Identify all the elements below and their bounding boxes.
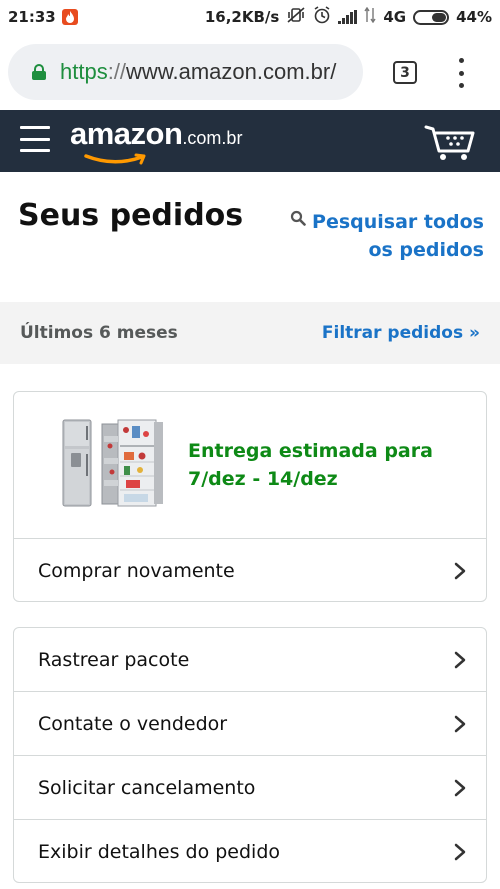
address-bar[interactable]: https://www.amazon.com.br/ [8,44,363,100]
cart-icon[interactable] [424,124,476,162]
order-actions-card: Rastrear pacote Contate o vendedor Solic… [13,627,487,883]
app-notification-icon [61,9,78,25]
search-icon [290,210,306,226]
action-label: Solicitar cancelamento [38,776,256,799]
data-transfer-icon [364,6,376,27]
url-scheme: https [60,59,108,84]
lock-icon [32,64,46,80]
order-details-row[interactable]: Exibir detalhes do pedido [14,820,486,882]
tab-switcher-button[interactable]: 3 [393,61,417,84]
buy-again-label: Comprar novamente [38,560,235,582]
logo-word: amazon [70,116,183,151]
chevron-right-icon [454,715,466,732]
status-right: 16,2KB/s 4G 44% [205,6,492,28]
action-label: Exibir detalhes do pedido [38,841,281,863]
search-all-orders-link[interactable]: Pesquisar todos os pedidos [278,208,484,264]
battery-percent: 44% [456,8,492,26]
search-all-orders-label: Pesquisar todos os pedidos [312,211,484,261]
signal-icon [338,10,358,24]
browser-toolbar: https://www.amazon.com.br/ 3 [0,34,500,110]
delivery-estimate-dates: 7/dez - 14/dez [188,468,338,490]
chevron-right-icon [454,843,466,861]
delivery-estimate-label: Entrega estimada para [188,440,433,462]
status-time: 21:33 [8,8,56,26]
chevron-right-icon [454,779,466,796]
network-type: 4G [383,8,407,26]
filter-bar: Últimos 6 meses Filtrar pedidos » [0,302,500,364]
buy-again-row[interactable]: Comprar novamente [14,539,486,601]
battery-icon [413,9,450,25]
order-card: Entrega estimada para 7/dez - 14/dez Com… [13,391,487,602]
delivery-estimate: Entrega estimada para 7/dez - 14/dez [188,437,468,493]
url-separator: :// [107,59,127,84]
contact-seller-row[interactable]: Contate o vendedor [14,692,486,756]
status-left: 21:33 [8,8,78,26]
track-package-row[interactable]: Rastrear pacote [14,628,486,692]
chevron-right-icon [454,562,466,580]
period-label: Últimos 6 meses [20,323,178,343]
vibrate-off-icon [286,7,306,27]
menu-icon[interactable] [20,126,50,152]
amazon-logo[interactable]: amazon.com.br [70,116,242,166]
url-host: www.amazon.com.br/ [126,59,337,84]
order-product-row[interactable]: Entrega estimada para 7/dez - 14/dez [14,392,486,539]
action-label: Contate o vendedor [38,712,228,735]
refrigerator-product-image [62,419,163,507]
more-options-icon[interactable] [454,58,468,88]
amazon-header: amazon.com.br [0,110,500,172]
logo-suffix: .com.br [182,128,243,148]
page-title: Seus pedidos [18,198,244,233]
logo-smile-icon [84,153,146,165]
alarm-icon [313,6,331,28]
network-speed: 16,2KB/s [204,8,280,26]
filter-orders-link[interactable]: Filtrar pedidos » [322,323,480,343]
url-text: https://www.amazon.com.br/ [60,59,336,85]
action-label: Rastrear pacote [38,648,190,671]
status-bar: 21:33 16,2KB/s 4G 44% [0,0,500,34]
chevron-right-icon [454,651,466,668]
request-cancellation-row[interactable]: Solicitar cancelamento [14,756,486,820]
